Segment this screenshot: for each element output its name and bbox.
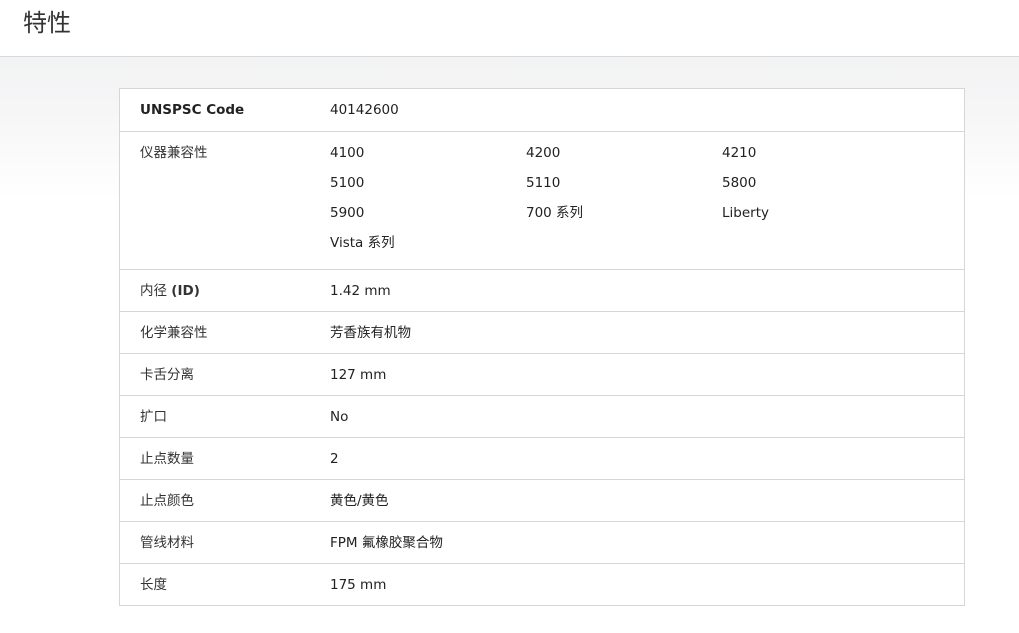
spec-value: 芳香族有机物 xyxy=(330,325,411,341)
spec-table: UNSPSC Code 40142600 仪器兼容性 4100 4200 421… xyxy=(119,88,965,606)
spec-label: 仪器兼容性 xyxy=(140,145,208,161)
instrument-item: 5110 xyxy=(526,175,561,191)
spec-label: 内径 (ID) xyxy=(120,270,330,311)
instrument-item: 5800 xyxy=(722,175,757,191)
instrument-item: 4100 xyxy=(330,145,365,161)
spec-label-abbrev: (ID) xyxy=(171,283,200,299)
instrument-list: 4100 4200 4210 5100 5110 5800 5900 700 系… xyxy=(330,132,964,269)
instrument-item: Liberty xyxy=(722,205,769,221)
spec-value: 175 mm xyxy=(330,577,387,593)
spec-label-text: 内径 xyxy=(140,283,172,299)
spec-row-tubing-material: 管线材料 FPM 氟橡胶聚合物 xyxy=(120,521,964,563)
instrument-item: 5100 xyxy=(330,175,365,191)
spec-row-chemical-compat: 化学兼容性 芳香族有机物 xyxy=(120,311,964,353)
spec-label: 管线材料 xyxy=(140,535,194,551)
spec-value: 2 xyxy=(330,451,339,467)
page-header: 特性 xyxy=(0,0,1019,57)
spec-label: 止点数量 xyxy=(140,451,194,467)
spec-value: FPM 氟橡胶聚合物 xyxy=(330,535,443,551)
spec-row-stop-color: 止点颜色 黄色/黄色 xyxy=(120,479,964,521)
spec-label: 止点颜色 xyxy=(140,493,194,509)
spec-row-stop-count: 止点数量 2 xyxy=(120,437,964,479)
spec-value: 黄色/黄色 xyxy=(330,493,389,509)
instrument-item: Vista 系列 xyxy=(330,235,395,251)
spec-row-inner-diameter: 内径 (ID) 1.42 mm xyxy=(120,269,964,311)
spec-row-clamp-distance: 卡舌分离 127 mm xyxy=(120,353,964,395)
instrument-item: 4210 xyxy=(722,145,757,161)
spec-row-flared: 扩口 No xyxy=(120,395,964,437)
instrument-item: 5900 xyxy=(330,205,365,221)
spec-label: UNSPSC Code xyxy=(140,102,245,118)
spec-value: 40142600 xyxy=(330,102,399,118)
page-title: 特性 xyxy=(23,9,71,37)
spec-label: 长度 xyxy=(140,577,167,593)
spec-row-unspsc: UNSPSC Code 40142600 xyxy=(120,89,964,131)
spec-label: 化学兼容性 xyxy=(140,325,208,341)
spec-value: 127 mm xyxy=(330,367,387,383)
spec-value: 1.42 mm xyxy=(330,283,391,299)
instrument-item: 700 系列 xyxy=(526,205,584,221)
spec-label: 扩口 xyxy=(140,409,167,425)
spec-row-length: 长度 175 mm xyxy=(120,563,964,605)
spec-value: No xyxy=(330,409,349,425)
spec-row-instrument-compat: 仪器兼容性 4100 4200 4210 5100 5110 5800 5900… xyxy=(120,131,964,269)
spec-label: 卡舌分离 xyxy=(140,367,194,383)
instrument-item: 4200 xyxy=(526,145,561,161)
